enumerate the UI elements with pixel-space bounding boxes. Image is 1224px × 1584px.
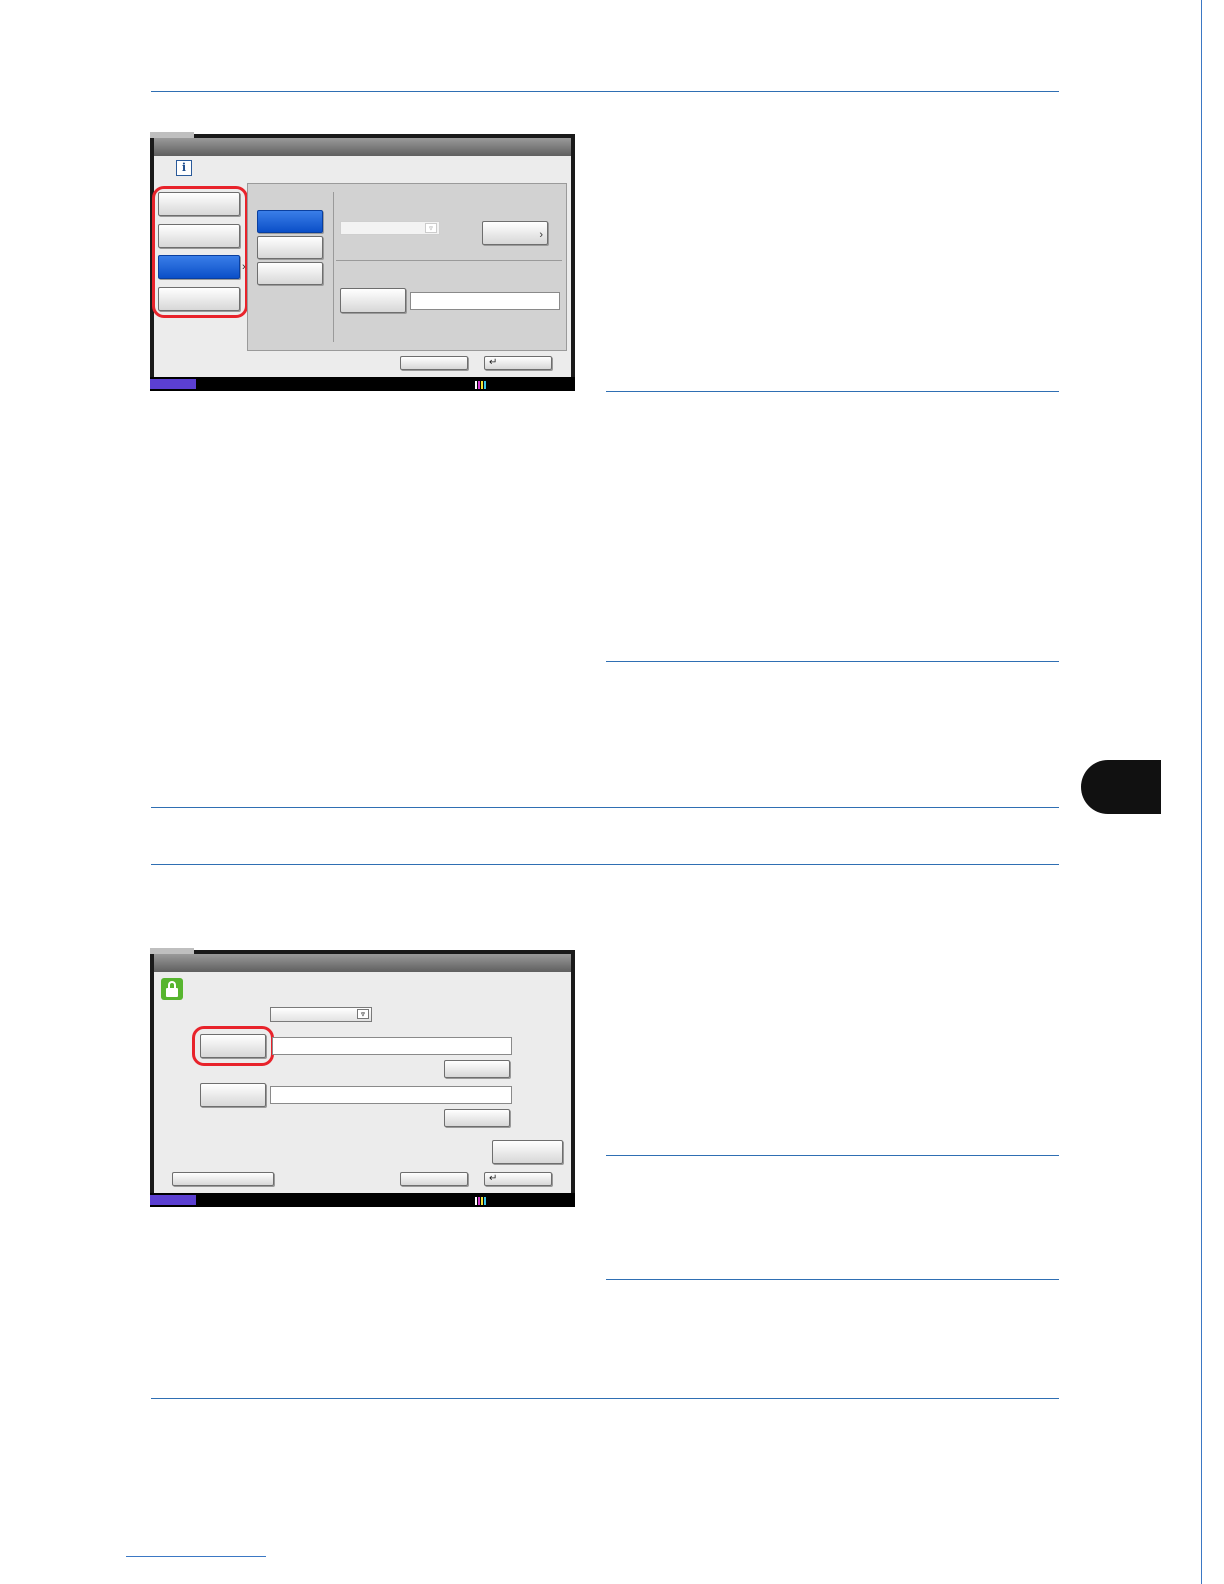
dropdown-arrow-icon: ⩔: [425, 223, 437, 233]
note-rule-2: [606, 661, 1059, 662]
section-rule-2: [151, 864, 1059, 865]
status-bar: [150, 1193, 575, 1207]
screen-body: ⩔ ↵: [154, 954, 571, 1193]
login-password-field[interactable]: [270, 1086, 512, 1104]
unlocked-padlock-icon: [161, 978, 183, 1000]
panel-screenshot-top: i › ⩔ › ↵: [150, 132, 575, 391]
highlight-left-menu: [152, 186, 248, 318]
login-user-name-sub-button[interactable]: [444, 1060, 510, 1078]
confirm-button[interactable]: [492, 1140, 563, 1164]
status-tag: [150, 1195, 196, 1205]
login-password-button[interactable]: [200, 1083, 266, 1107]
highlight-login-user-name: [192, 1026, 274, 1066]
chapter-tab: [1081, 760, 1161, 814]
status-tag: [150, 379, 196, 389]
note-rule-4: [606, 1279, 1059, 1280]
cancel-button[interactable]: [400, 356, 468, 370]
toner-level-icon: [475, 1195, 489, 1205]
right-margin-line: [1201, 0, 1202, 1584]
section-rule-1: [151, 807, 1059, 808]
enter-icon: ↵: [489, 1173, 498, 1184]
login-user-dropdown[interactable]: ⩔: [270, 1007, 372, 1022]
footer-link-underline[interactable]: [126, 1556, 266, 1557]
panel-divider-horizontal: [336, 260, 562, 261]
chevron-right-icon: ›: [539, 229, 543, 241]
login-user-name-field[interactable]: [272, 1037, 512, 1055]
panel-screenshot-bottom: ⩔ ↵: [150, 948, 575, 1207]
section-rule-3: [151, 1398, 1059, 1399]
note-rule-1: [606, 391, 1059, 392]
screen-body: i › ⩔ › ↵: [152, 138, 571, 377]
next-button[interactable]: ›: [482, 221, 548, 245]
title-bar: [154, 138, 571, 156]
input-button[interactable]: [340, 288, 406, 313]
enter-icon: ↵: [489, 357, 498, 368]
toner-level-icon: [475, 379, 489, 389]
dropdown-arrow-icon: ⩔: [357, 1009, 369, 1019]
cancel-button[interactable]: [400, 1172, 468, 1186]
sub-menu-item-1[interactable]: [257, 210, 323, 233]
info-icon: i: [176, 160, 192, 176]
header-rule: [151, 91, 1059, 92]
setting-dropdown[interactable]: ⩔: [340, 221, 440, 235]
sub-menu-item-3[interactable]: [257, 262, 323, 285]
ok-button[interactable]: ↵: [484, 356, 552, 370]
value-field[interactable]: [410, 292, 560, 310]
settings-panel: ⩔ ›: [247, 183, 567, 351]
sub-menu-item-2[interactable]: [257, 236, 323, 259]
panel-divider-vertical: [333, 192, 334, 342]
note-rule-3: [606, 1155, 1059, 1156]
ok-button[interactable]: ↵: [484, 1172, 552, 1186]
login-password-sub-button[interactable]: [444, 1109, 510, 1127]
title-bar: [154, 954, 571, 972]
status-bar: [150, 377, 575, 391]
footer-left-button[interactable]: [172, 1172, 274, 1186]
